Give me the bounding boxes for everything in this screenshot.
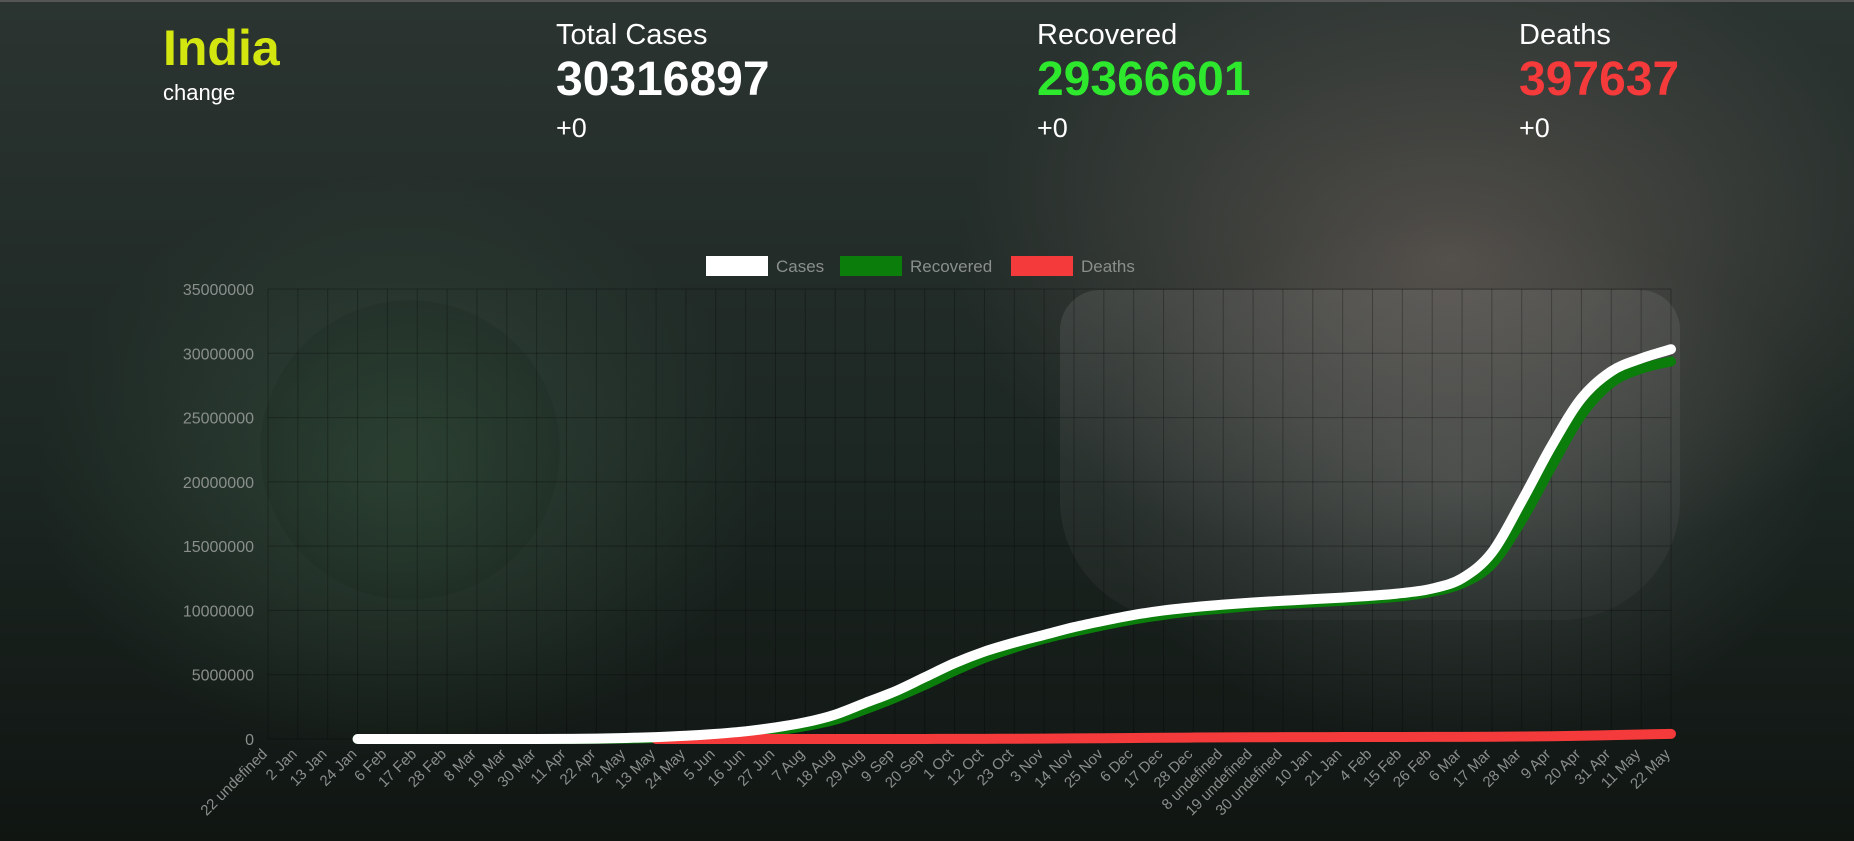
- y-tick-label: 0: [245, 732, 254, 749]
- x-tick-label: 22 undefined: [197, 746, 270, 819]
- y-tick-label: 10000000: [183, 603, 254, 620]
- legend-label-cases: Cases: [776, 257, 824, 276]
- legend-label-deaths: Deaths: [1081, 257, 1135, 276]
- y-tick-label: 20000000: [183, 475, 254, 492]
- legend-swatch-cases: [706, 256, 768, 276]
- y-tick-label: 5000000: [192, 668, 254, 685]
- y-tick-label: 15000000: [183, 539, 254, 556]
- covid-line-chart: 0 5000000 10000000 15000000 20000000 25000000…: [183, 256, 1676, 819]
- legend-swatch-deaths: [1011, 256, 1073, 276]
- legend-swatch-recovered: [840, 256, 902, 276]
- series-line-deaths: [651, 728, 1676, 745]
- legend-label-recovered: Recovered: [910, 257, 992, 276]
- y-tick-label: 25000000: [183, 411, 254, 428]
- y-tick-label: 35000000: [183, 282, 254, 299]
- y-tick-label: 30000000: [183, 346, 254, 363]
